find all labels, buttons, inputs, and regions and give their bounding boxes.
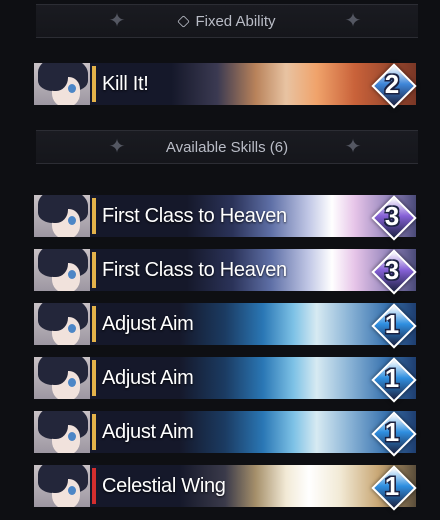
skill-cost: 1 bbox=[384, 471, 400, 501]
skill-cost: 2 bbox=[384, 69, 400, 99]
skill-card[interactable]: Adjust Aim 1 bbox=[34, 302, 417, 349]
cost-gem-icon: 3 bbox=[370, 248, 417, 295]
skill-name: Kill It! bbox=[102, 73, 149, 95]
sparkle-icon: ✦ bbox=[344, 10, 362, 32]
character-portrait bbox=[34, 357, 90, 399]
character-portrait bbox=[34, 63, 90, 105]
skill-type-stripe bbox=[92, 360, 96, 396]
character-portrait bbox=[34, 303, 90, 345]
skill-cost: 3 bbox=[384, 201, 400, 231]
character-portrait bbox=[34, 249, 90, 291]
skill-cost: 1 bbox=[384, 363, 400, 393]
character-portrait bbox=[34, 411, 90, 453]
sparkle-icon: ✦ bbox=[108, 10, 126, 32]
skill-deck-panel: ✦ Fixed Ability ✦ Kill It! 2 ✦ Available … bbox=[0, 0, 440, 520]
cost-gem-icon: 1 bbox=[370, 302, 417, 349]
skill-name: Adjust Aim bbox=[102, 313, 194, 335]
skill-cost: 1 bbox=[384, 309, 400, 339]
sparkle-icon: ✦ bbox=[344, 136, 362, 158]
cost-gem-icon: 1 bbox=[370, 356, 417, 403]
sparkle-icon: ✦ bbox=[108, 136, 126, 158]
skill-card[interactable]: First Class to Heaven 3 bbox=[34, 194, 417, 241]
cost-gem-icon: 1 bbox=[370, 410, 417, 457]
skill-name: Celestial Wing bbox=[102, 475, 226, 497]
fixed-ability-header: ✦ Fixed Ability ✦ bbox=[36, 4, 418, 38]
skill-cost: 1 bbox=[384, 417, 400, 447]
available-skills-header-label: Available Skills (6) bbox=[165, 138, 289, 156]
available-skills-header: ✦ Available Skills (6) ✦ bbox=[36, 130, 418, 164]
skill-type-stripe bbox=[92, 468, 96, 504]
ability-icon bbox=[177, 14, 191, 28]
character-portrait bbox=[34, 195, 90, 237]
skill-type-stripe bbox=[92, 198, 96, 234]
skill-name: First Class to Heaven bbox=[102, 205, 287, 227]
character-portrait bbox=[34, 465, 90, 507]
fixed-ability-header-label: Fixed Ability bbox=[195, 12, 276, 30]
cost-gem-icon: 3 bbox=[370, 194, 417, 241]
skill-type-stripe bbox=[92, 414, 96, 450]
skill-type-stripe bbox=[92, 306, 96, 342]
skill-type-stripe bbox=[92, 66, 96, 102]
skill-type-stripe bbox=[92, 252, 96, 288]
skill-card[interactable]: Celestial Wing 1 bbox=[34, 464, 417, 511]
skill-card[interactable]: Adjust Aim 1 bbox=[34, 410, 417, 457]
skill-card[interactable]: Adjust Aim 1 bbox=[34, 356, 417, 403]
cost-gem-icon: 2 bbox=[370, 62, 417, 109]
skill-card[interactable]: First Class to Heaven 3 bbox=[34, 248, 417, 295]
cost-gem-icon: 1 bbox=[370, 464, 417, 511]
skill-name: First Class to Heaven bbox=[102, 259, 287, 281]
skill-card[interactable]: Kill It! 2 bbox=[34, 62, 417, 109]
skill-name: Adjust Aim bbox=[102, 421, 194, 443]
skill-cost: 3 bbox=[384, 255, 400, 285]
skill-name: Adjust Aim bbox=[102, 367, 194, 389]
